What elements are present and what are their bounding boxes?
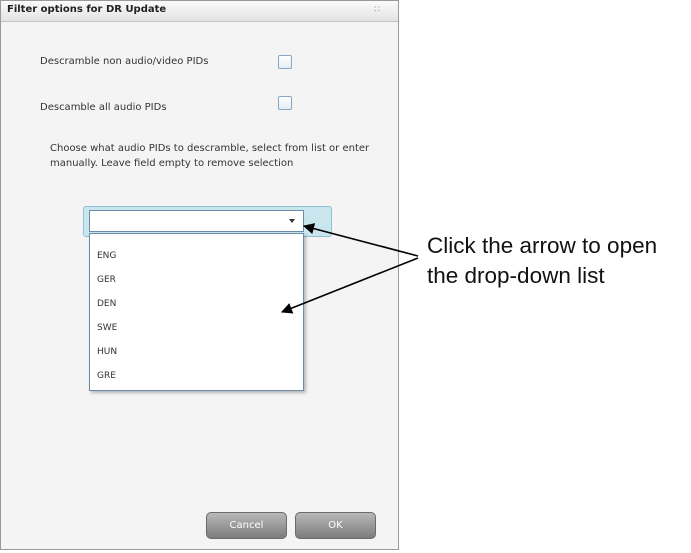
callout-text: Click the arrow to open the drop-down li…	[427, 233, 658, 288]
arrow-to-dropdown-list	[280, 257, 419, 314]
arrow-to-combo-button	[302, 223, 419, 257]
screenshot-canvas: Filter options for DR Update ∷ Descrambl…	[0, 0, 691, 553]
